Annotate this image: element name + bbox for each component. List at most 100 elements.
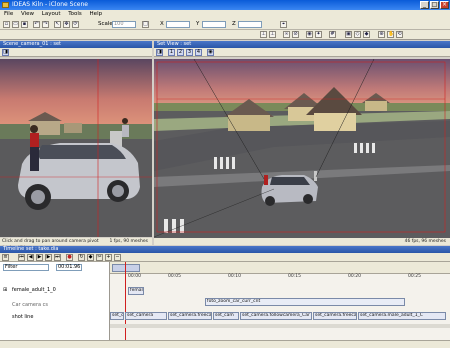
light-icon[interactable]: ✦	[315, 31, 322, 38]
z-field[interactable]	[238, 21, 262, 28]
camera-view-icon[interactable]: ◉	[207, 49, 214, 56]
shade-icon[interactable]: ◆	[363, 31, 370, 38]
unlink-icon[interactable]: ⊘	[292, 31, 299, 38]
menu-help[interactable]: Help	[90, 11, 103, 17]
clip-foto-zoom[interactable]: foto_zoom_car_curr_cnt	[205, 298, 405, 306]
new-icon[interactable]: ▫	[3, 21, 10, 28]
left-panel-header: Scene_camera_01 : set	[0, 41, 152, 48]
undo-icon[interactable]: ↶	[33, 21, 40, 28]
ruler-tick-25: 00:25	[408, 274, 421, 279]
filter-dropdown[interactable]: Filter	[3, 264, 49, 271]
fast-forward-icon[interactable]: ⏭	[54, 254, 61, 261]
ruler-tick-0: 00:00	[128, 274, 141, 279]
ruler-tick-5: 00:05	[168, 274, 181, 279]
snap-icon[interactable]: ⌖	[280, 21, 287, 28]
rotate-icon[interactable]: ⟳	[72, 21, 79, 28]
maximize-button[interactable]: □	[430, 1, 439, 9]
clip-freecam-2[interactable]: set_camera.freecam	[313, 312, 357, 320]
camera-viewport[interactable]	[0, 59, 152, 237]
play-icon[interactable]: ▶	[36, 254, 43, 261]
right-panel-toolbar: ◨ 1 2 3 4 ◉	[154, 48, 450, 57]
time-ruler[interactable]	[110, 262, 450, 274]
app-icon	[2, 2, 9, 8]
close-button[interactable]: ×	[440, 1, 449, 9]
frame-icon[interactable]: ▣	[345, 31, 352, 38]
scale-field[interactable]: 100	[112, 21, 136, 28]
menu-bar: File View Layout Tools Help	[0, 10, 450, 19]
menu-view[interactable]: View	[21, 11, 34, 17]
playhead-marker[interactable]	[125, 262, 126, 340]
wire-icon[interactable]: ◇	[354, 31, 361, 38]
timeline-toolbar: ≡ ⏮ ◀ ▶ ▶ ⏭ ● ↻ ◆ ✂ + −	[0, 253, 450, 262]
tab-view-1[interactable]: 1	[168, 49, 175, 56]
clip-freecam[interactable]: set_camera.freecam	[168, 312, 212, 320]
zoom-icon[interactable]: ⊕	[378, 31, 385, 38]
record-icon[interactable]: ●	[66, 254, 73, 261]
right-status-fps: 46 fps, 96 meshes	[154, 238, 450, 245]
y-label: Y	[196, 21, 200, 27]
ruler-tick-10: 00:10	[228, 274, 241, 279]
clip-set-cam[interactable]: set_cam	[213, 312, 239, 320]
zoom-out-icon[interactable]: −	[114, 254, 121, 261]
scene-viewport-scene	[154, 59, 450, 238]
timeline-scrollbar[interactable]	[110, 324, 450, 328]
time-field[interactable]: 00:01.96	[56, 264, 82, 271]
view-options-icon[interactable]: ◨	[156, 49, 163, 56]
clip-set-c[interactable]: set_c	[110, 312, 124, 320]
cut-icon[interactable]: ✂	[96, 254, 103, 261]
x-label: X	[160, 21, 164, 27]
left-panel-toolbar: ◨	[0, 48, 152, 57]
scene-viewport[interactable]	[154, 59, 450, 238]
clip-male-adult[interactable]: set_camera.male_adult_1_C	[358, 312, 446, 320]
status-bar	[0, 340, 450, 348]
tab-view-3[interactable]: 3	[186, 49, 193, 56]
minimize-button[interactable]: _	[420, 1, 429, 9]
clip-female-adult[interactable]: female_adult_1	[128, 287, 144, 295]
zoom-in-icon[interactable]: +	[105, 254, 112, 261]
step-forward-icon[interactable]: ▶	[45, 254, 52, 261]
move-icon[interactable]: ✥	[63, 21, 70, 28]
align-icon[interactable]: ⊥	[260, 31, 267, 38]
redo-icon[interactable]: ↷	[42, 21, 49, 28]
camera-icon[interactable]: ◉	[306, 31, 313, 38]
left-status-hint: Click and drag to pan around camera pivo…	[0, 238, 100, 251]
secondary-toolbar: ⊥ ⊥ ∞ ⊘ ◉ ✦ # ▣ ◇ ◆ ⊕ ✋ ⟲	[0, 30, 450, 40]
timeline-menu-icon[interactable]: ≡	[2, 254, 9, 261]
clip-followcamera[interactable]: set_camera.followcamera_Car	[240, 312, 312, 320]
pan-icon[interactable]: ✋	[387, 31, 394, 38]
view-options-icon[interactable]: ◨	[2, 49, 9, 56]
scale-label: Scale	[98, 21, 113, 27]
window-title: IDEAS Kiln - iClone Scene	[12, 1, 88, 8]
open-icon[interactable]: ▭	[12, 21, 19, 28]
menu-file[interactable]: File	[4, 11, 13, 17]
track-list	[0, 262, 110, 340]
tab-view-2[interactable]: 2	[177, 49, 184, 56]
step-back-icon[interactable]: ◀	[27, 254, 34, 261]
track-shot-line[interactable]: shot line	[12, 314, 33, 321]
track-female-adult[interactable]: female_adult_1_0	[12, 287, 56, 294]
timeline-panel: Filter 00:01.96 ⊞ female_adult_1_0 Car c…	[0, 262, 450, 340]
save-icon[interactable]: ▪	[21, 21, 28, 28]
track-car-camera[interactable]: Car camera cs	[12, 302, 48, 309]
x-field[interactable]	[166, 21, 190, 28]
clip-set-camera[interactable]: set_camera	[125, 312, 167, 320]
ground-icon[interactable]: ⊥	[269, 31, 276, 38]
y-field[interactable]	[202, 21, 226, 28]
track-toggle-icon[interactable]: ⊞	[3, 287, 7, 294]
grid-icon[interactable]: #	[329, 31, 336, 38]
orbit-icon[interactable]: ⟲	[396, 31, 403, 38]
timeline-header: Timeline set : take.dia	[0, 246, 450, 253]
rewind-icon[interactable]: ⏮	[18, 254, 25, 261]
menu-tools[interactable]: Tools	[68, 11, 82, 17]
clip-row0[interactable]	[112, 264, 140, 272]
loop-icon[interactable]: ↻	[78, 254, 85, 261]
select-icon[interactable]: ↖	[54, 21, 61, 28]
ruler-tick-20: 00:20	[348, 274, 361, 279]
ruler-tick-15: 00:15	[288, 274, 301, 279]
tab-view-4[interactable]: 4	[195, 49, 202, 56]
menu-layout[interactable]: Layout	[42, 11, 61, 17]
key-icon[interactable]: ◆	[87, 254, 94, 261]
main-toolbar: ▫ ▭ ▪ ↶ ↷ ↖ ✥ ⟳ Scale 100 □ X Y Z ⌖	[0, 19, 450, 30]
square-icon[interactable]: □	[142, 21, 149, 28]
link-icon[interactable]: ∞	[283, 31, 290, 38]
